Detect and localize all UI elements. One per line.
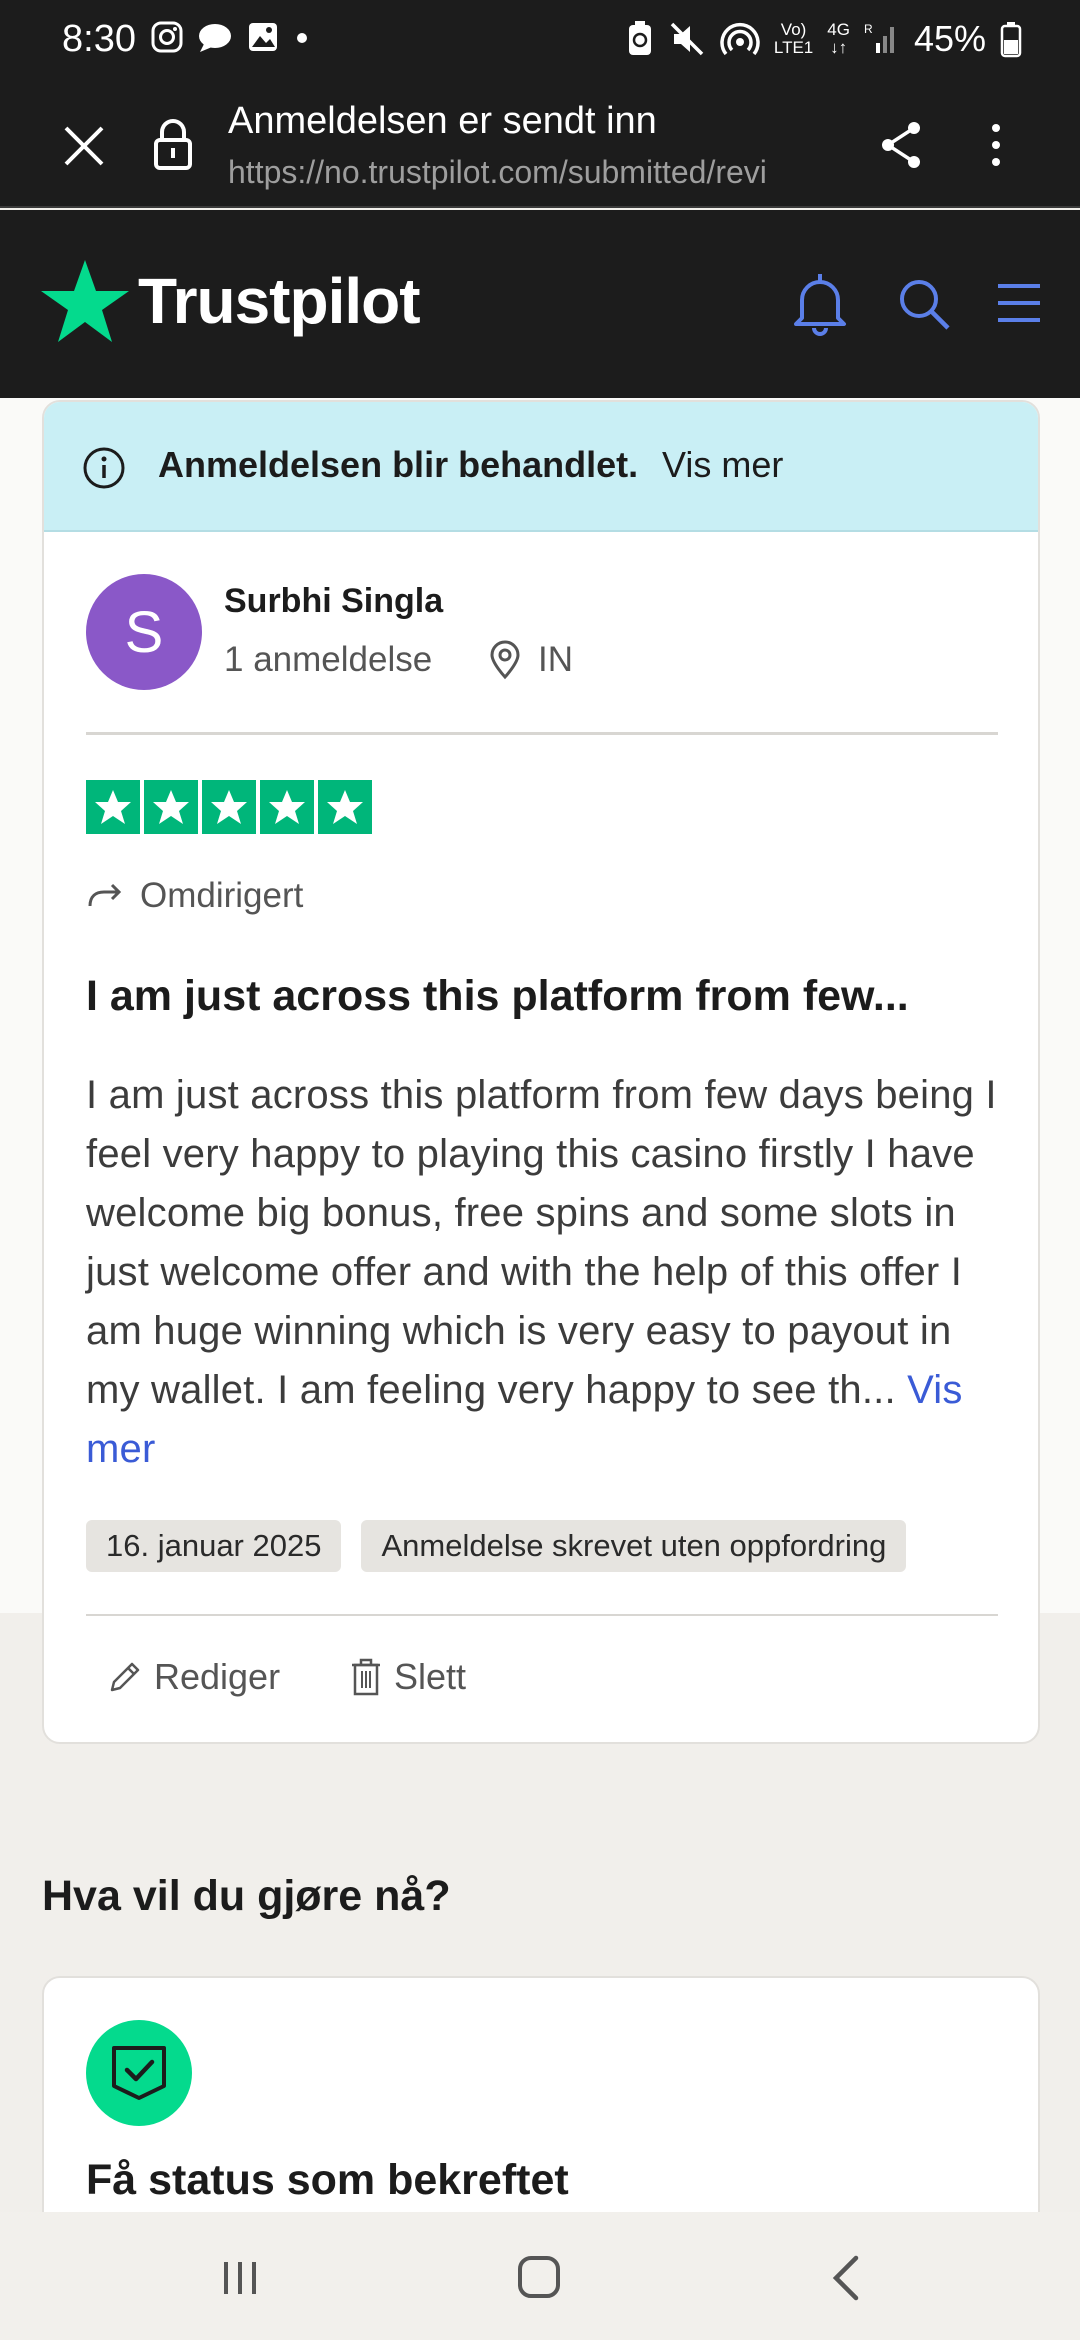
mute-icon <box>670 22 704 56</box>
home-icon[interactable] <box>516 2254 562 2300</box>
delete-button[interactable]: Slett <box>350 1656 466 1698</box>
battery-icon <box>1000 22 1022 58</box>
star-icon <box>86 780 140 834</box>
review-type-tag: Anmeldelse skrevet uten oppfordring <box>361 1520 907 1572</box>
status-time: 8:30 <box>62 18 136 60</box>
edit-label: Rediger <box>154 1656 281 1697</box>
redirect-label: Omdirigert <box>140 876 304 915</box>
network-gen-indicator: 4G ↓↑ <box>827 20 850 57</box>
site-header: Trustpilot <box>0 210 1080 398</box>
gallery-icon <box>249 23 277 51</box>
trustpilot-star-icon <box>41 260 129 342</box>
reviewer-review-count: 1 anmeldelse <box>224 640 433 679</box>
verified-badge <box>86 2020 192 2126</box>
delete-label: Slett <box>394 1656 467 1697</box>
more-vertical-icon[interactable] <box>978 120 1014 170</box>
search-icon[interactable] <box>896 276 952 332</box>
battery-saver-icon <box>628 21 651 55</box>
pencil-icon <box>110 1662 140 1692</box>
back-icon[interactable] <box>826 2254 866 2302</box>
location-pin-icon <box>490 640 520 680</box>
trash-icon <box>352 1658 380 1696</box>
review-body-text: I am just across this platform from few … <box>86 1073 997 1412</box>
lock-icon[interactable] <box>148 116 198 172</box>
review-card: Anmeldelsen blir behandlet. Vis mer S Su… <box>42 400 1040 1744</box>
next-steps-heading: Hva vil du gjøre nå? <box>42 1872 451 1920</box>
share-icon[interactable] <box>878 120 924 170</box>
trustpilot-logo[interactable]: Trustpilot <box>40 258 421 344</box>
notice-show-more-link[interactable]: Vis mer <box>662 444 783 486</box>
review-title: I am just across this platform from few.… <box>86 972 909 1020</box>
date-tag: 16. januar 2025 <box>86 1520 342 1572</box>
hotspot-icon <box>720 23 760 56</box>
recent-apps-icon[interactable] <box>218 2256 262 2300</box>
divider <box>86 1614 998 1616</box>
volte-indicator: Vo) LTE1 <box>773 20 814 57</box>
edit-button[interactable]: Rediger <box>106 1656 280 1698</box>
logo-text: Trustpilot <box>138 265 421 337</box>
verify-status-title: Få status som bekreftet <box>86 2156 569 2204</box>
notification-icons <box>150 20 312 54</box>
shield-check-icon <box>112 2046 166 2100</box>
bell-icon[interactable] <box>790 270 850 338</box>
star-icon <box>144 780 198 834</box>
reviewer-name[interactable]: Surbhi Singla <box>224 582 443 621</box>
star-rating <box>86 780 372 834</box>
battery-percent: 45% <box>913 18 986 59</box>
star-icon <box>260 780 314 834</box>
redirect-arrow-icon <box>88 883 122 907</box>
browser-bar: Anmeldelsen er sendt inn https://no.trus… <box>0 80 1080 208</box>
url-field[interactable]: https://no.trustpilot.com/submitted/revi <box>228 154 840 191</box>
star-icon <box>202 780 256 834</box>
dot-icon <box>297 33 307 43</box>
review-body: I am just across this platform from few … <box>86 1066 1016 1479</box>
star-icon <box>318 780 372 834</box>
chat-bubble-icon <box>199 24 231 52</box>
signal-icon: R <box>864 22 894 53</box>
processing-notice: Anmeldelsen blir behandlet. Vis mer <box>44 402 1038 532</box>
system-status: Vo) LTE1 4G ↓↑ R 45% <box>626 18 1022 60</box>
system-nav-bar <box>0 2212 1080 2340</box>
svg-text:R: R <box>864 22 873 36</box>
reviewer-location: IN <box>538 640 573 679</box>
notice-text: Anmeldelsen blir behandlet. <box>158 444 639 485</box>
menu-icon[interactable] <box>994 280 1044 326</box>
review-tags: 16. januar 2025 Anmeldelse skrevet uten … <box>86 1520 907 1572</box>
divider <box>86 732 998 735</box>
close-icon[interactable] <box>58 120 110 172</box>
instagram-icon <box>151 21 183 53</box>
status-bar: 8:30 Vo) LTE1 4G ↓↑ R 45% <box>0 0 1080 80</box>
avatar[interactable]: S <box>86 574 202 690</box>
info-icon <box>83 447 125 489</box>
page-title: Anmeldelsen er sendt inn <box>228 100 657 142</box>
